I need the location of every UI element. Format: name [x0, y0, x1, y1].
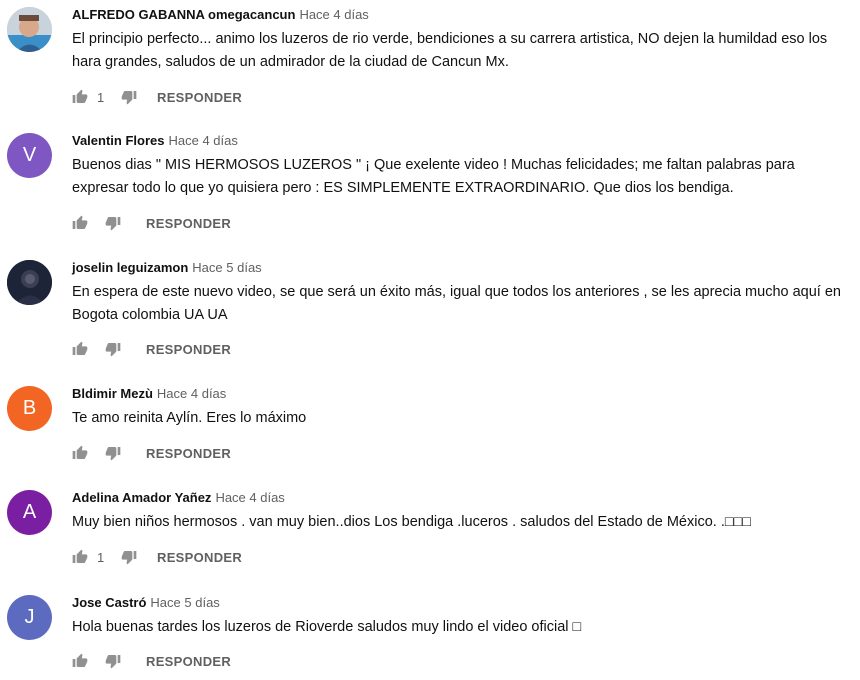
- avatar-letter: J: [24, 606, 35, 628]
- comment-time[interactable]: Hace 4 días: [168, 133, 237, 148]
- comment-header: Jose Castró Hace 5 días: [72, 595, 220, 611]
- like-button[interactable]: [72, 215, 88, 231]
- author-name[interactable]: Valentin Flores: [72, 133, 164, 148]
- dislike-button[interactable]: [121, 89, 137, 105]
- reply-button[interactable]: RESPONDER: [146, 342, 231, 357]
- thumbs-up-icon: [72, 89, 88, 103]
- dislike-button[interactable]: [105, 445, 121, 461]
- like-button[interactable]: [72, 549, 88, 565]
- thumbs-down-icon: [121, 91, 137, 105]
- comment-header: Adelina Amador Yañez Hace 4 días: [72, 490, 285, 506]
- author-name[interactable]: ALFREDO GABANNA omegacancun: [72, 7, 295, 22]
- comment-time[interactable]: Hace 4 días: [299, 7, 368, 22]
- avatar-letter: A: [22, 501, 37, 523]
- avatar[interactable]: J: [7, 595, 52, 640]
- comment-time[interactable]: Hace 4 días: [215, 490, 284, 505]
- comment-actions: RESPONDER: [72, 651, 231, 671]
- author-name[interactable]: joselin leguizamon: [72, 260, 188, 275]
- like-count: 1: [97, 89, 105, 105]
- like-button[interactable]: [72, 653, 88, 669]
- comment-header: ALFREDO GABANNA omegacancun Hace 4 días: [72, 7, 369, 23]
- like-button[interactable]: [72, 445, 88, 461]
- dislike-button[interactable]: [105, 341, 121, 357]
- comment-actions: RESPONDER: [72, 339, 231, 359]
- comment-header: Valentin Flores Hace 4 días: [72, 133, 238, 149]
- avatar-letter: B: [22, 397, 37, 419]
- comment-text: Muy bien niños hermosos . van muy bien..…: [72, 514, 752, 530]
- thumbs-down-icon: [105, 447, 121, 461]
- avatar[interactable]: [7, 7, 52, 52]
- author-name[interactable]: Adelina Amador Yañez: [72, 490, 211, 505]
- like-button[interactable]: [72, 341, 88, 357]
- comment-text: El principio perfecto... animo los luzer…: [72, 31, 828, 70]
- avatar[interactable]: B: [7, 386, 52, 431]
- dislike-button[interactable]: [105, 653, 121, 669]
- author-name[interactable]: Jose Castró: [72, 595, 146, 610]
- like-button[interactable]: [72, 89, 88, 105]
- dislike-button[interactable]: [121, 549, 137, 565]
- avatar[interactable]: V: [7, 133, 52, 178]
- avatar[interactable]: A: [7, 490, 52, 535]
- thumbs-up-icon: [72, 549, 88, 563]
- thumbs-up-icon: [72, 445, 88, 459]
- thumbs-up-icon: [72, 215, 88, 229]
- comment-time[interactable]: Hace 5 días: [150, 595, 219, 610]
- thumbs-down-icon: [105, 217, 121, 231]
- reply-button[interactable]: RESPONDER: [157, 90, 242, 105]
- thumbs-up-icon: [72, 653, 88, 667]
- reply-button[interactable]: RESPONDER: [146, 216, 231, 231]
- comment-actions: RESPONDER: [72, 213, 231, 233]
- comment-text: Hola buenas tardes los luzeros de Riover…: [72, 619, 582, 635]
- thumbs-down-icon: [121, 551, 137, 565]
- comment-time[interactable]: Hace 5 días: [192, 260, 261, 275]
- like-count: 1: [97, 549, 105, 565]
- comment-header: Bldimir Mezù Hace 4 días: [72, 386, 226, 402]
- dislike-button[interactable]: [105, 215, 121, 231]
- thumbs-up-icon: [72, 341, 88, 355]
- reply-button[interactable]: RESPONDER: [146, 654, 231, 669]
- thumbs-down-icon: [105, 655, 121, 669]
- comment-header: joselin leguizamon Hace 5 días: [72, 260, 262, 276]
- comment-text: Te amo reinita Aylín. Eres lo máximo: [72, 410, 307, 426]
- author-name[interactable]: Bldimir Mezù: [72, 386, 153, 401]
- comment-time[interactable]: Hace 4 días: [157, 386, 226, 401]
- comment-actions: 1 RESPONDER: [72, 87, 242, 107]
- reply-button[interactable]: RESPONDER: [157, 550, 242, 565]
- comment-text: En espera de este nuevo video, se que se…: [72, 284, 841, 323]
- thumbs-down-icon: [105, 343, 121, 357]
- avatar-letter: V: [22, 144, 37, 166]
- comment-actions: RESPONDER: [72, 443, 231, 463]
- reply-button[interactable]: RESPONDER: [146, 446, 231, 461]
- comment-text: Buenos dias " MIS HERMOSOS LUZEROS " ¡ Q…: [72, 157, 795, 196]
- comment-actions: 1 RESPONDER: [72, 547, 242, 567]
- avatar[interactable]: [7, 260, 52, 305]
